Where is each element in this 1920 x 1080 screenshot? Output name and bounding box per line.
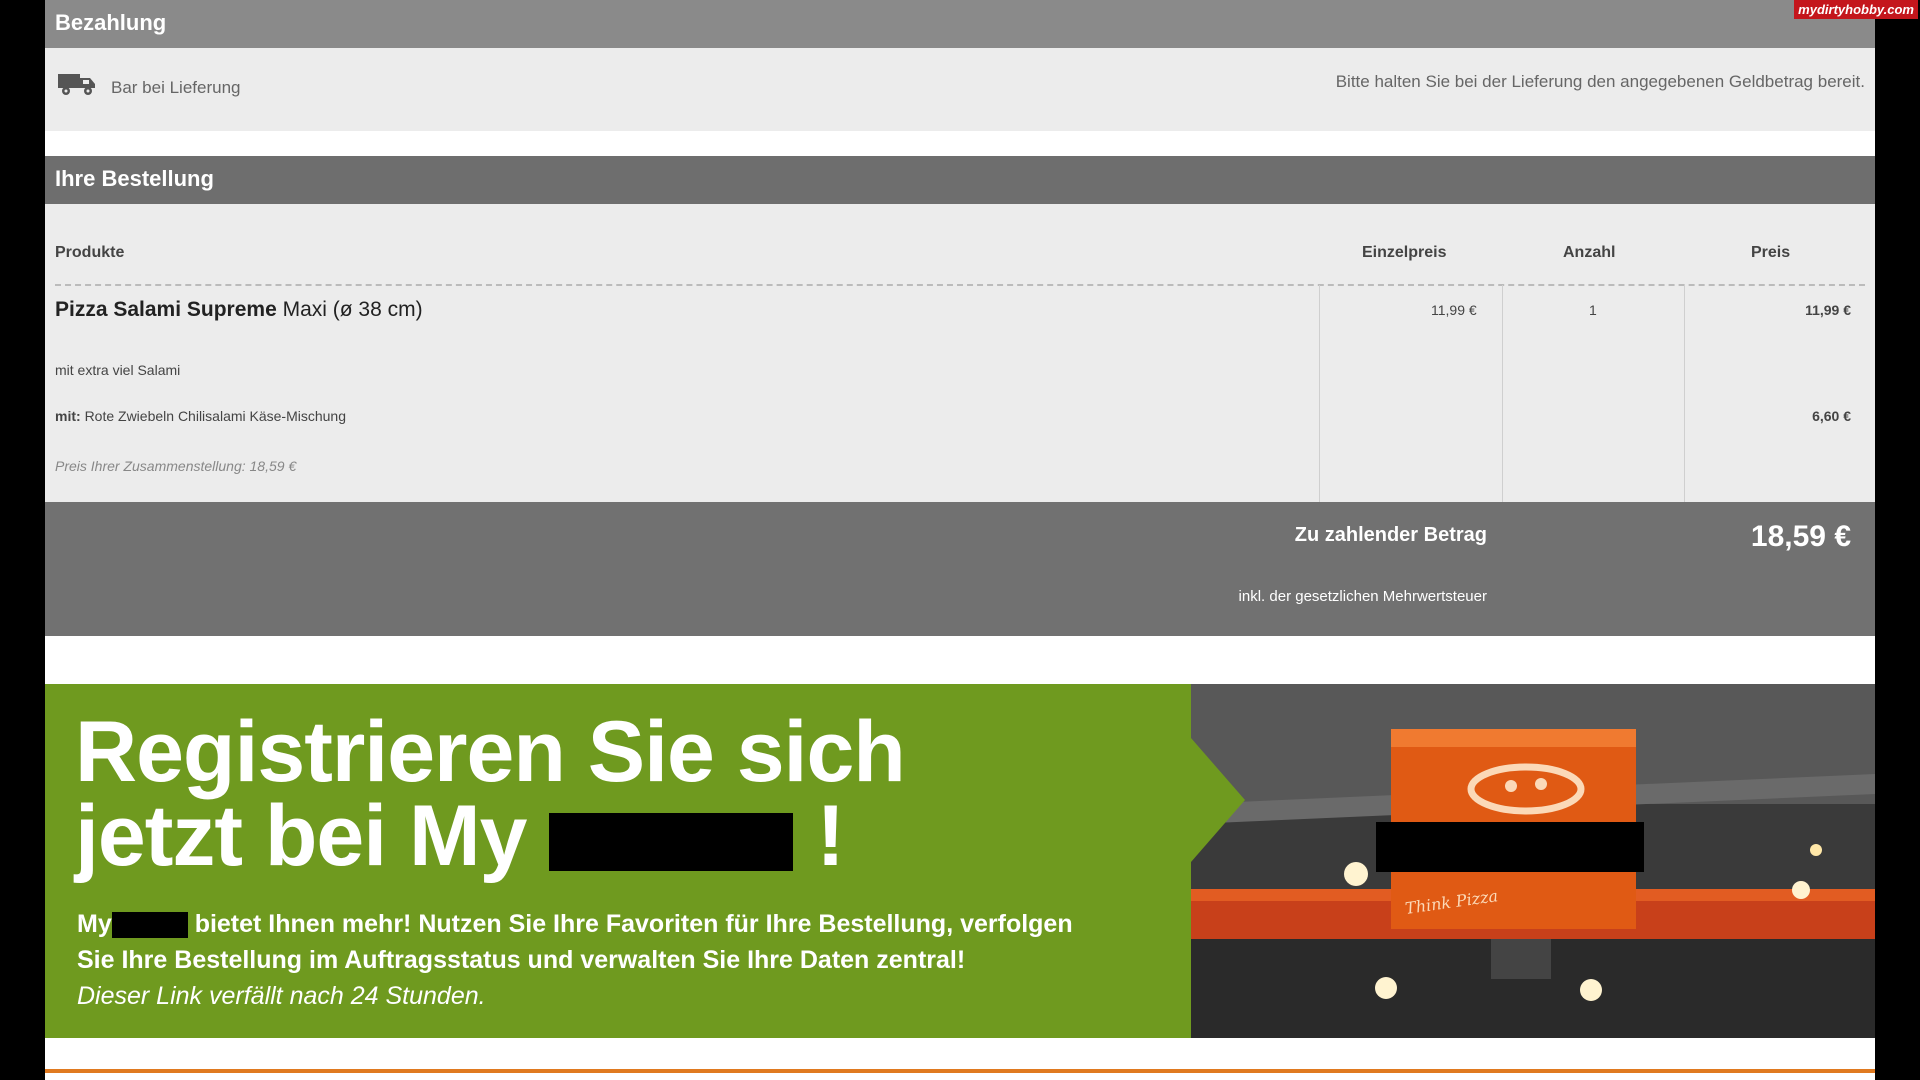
promo-title-suffix: ! [816,788,845,884]
product-size: Maxi (ø 38 cm) [282,298,423,321]
payment-method-label: Bar bei Lieferung [111,78,241,97]
promo-body-line1: My bietet Ihnen mehr! Nutzen Sie Ihre Fa… [77,906,1073,942]
promo-body-prefix: My [77,910,112,938]
column-header-quantity: Anzahl [1563,244,1616,261]
order-confirmation-page: Bezahlung Bar bei Lieferung Bitte halten… [45,0,1875,1080]
promo-arrow [1191,738,1245,862]
order-section-header: Ihre Bestellung [45,156,1875,204]
header-divider [55,284,1865,286]
redaction-bar [111,912,188,939]
promo-body: My bietet Ihnen mehr! Nutzen Sie Ihre Fa… [77,906,1073,1014]
column-header-products: Produkte [55,244,125,261]
item-composition-price: Preis Ihrer Zusammenstellung: 18,59 € [55,458,297,474]
delivery-truck-icon [57,70,97,98]
item-note: mit extra viel Salami [55,362,181,378]
column-divider [1684,285,1685,502]
product-name: Pizza Salami Supreme Maxi (ø 38 cm) [55,298,423,322]
item-quantity: 1 [1589,302,1597,318]
column-header-unit-price: Einzelpreis [1362,244,1447,261]
item-extras-price: 6,60 € [1812,408,1851,424]
watermark-logo: mydirtyhobby.com [1794,0,1918,19]
promo-body-line2: Sie Ihre Bestellung im Auftragsstatus un… [77,946,966,974]
item-extras: mit: Rote Zwiebeln Chilisalami Käse-Misc… [55,408,346,424]
redaction-bar [549,813,794,872]
item-extras-list: Rote Zwiebeln Chilisalami Käse-Mischung [84,408,347,424]
promo-expiry-note: Dieser Link verfällt nach 24 Stunden. [77,982,486,1010]
total-label: Zu zahlender Betrag [1294,524,1487,546]
item-extras-label: mit: [55,408,81,424]
item-price: 11,99 € [1805,302,1851,318]
bottom-strip [45,1038,1875,1073]
total-bar: Zu zahlender Betrag 18,59 € inkl. der ge… [45,502,1875,636]
redaction-bar [1376,822,1644,872]
payment-note: Bitte halten Sie bei der Lieferung den a… [1335,72,1865,91]
item-unit-price: 11,99 € [1431,302,1477,318]
product-title: Pizza Salami Supreme [55,298,277,321]
promo-title-line1: Registrieren Sie sich [75,704,906,800]
payment-section-header: Bezahlung [45,0,1875,48]
vat-note: inkl. der gesetzlichen Mehrwertsteuer [1238,588,1487,605]
promo-body-text: bietet Ihnen mehr! Nutzen Sie Ihre Favor… [194,910,1073,938]
column-divider [1502,285,1503,502]
order-table: Produkte Einzelpreis Anzahl Preis Pizza … [45,204,1875,502]
column-divider [1319,285,1320,502]
promo-title: Registrieren Sie sich jetzt bei My ! [75,704,906,879]
promo-title-line2: jetzt bei My ! [75,793,905,879]
total-value: 18,59 € [1750,520,1851,553]
registration-promo-banner[interactable]: Think Pizza Registrieren Sie sich jetzt … [45,684,1875,1038]
restaurant-sign-photo: Think Pizza [1191,684,1875,1038]
promo-title-prefix: jetzt bei My [75,788,528,884]
payment-method-row: Bar bei Lieferung Bitte halten Sie bei d… [45,48,1875,131]
column-header-price: Preis [1751,244,1791,261]
